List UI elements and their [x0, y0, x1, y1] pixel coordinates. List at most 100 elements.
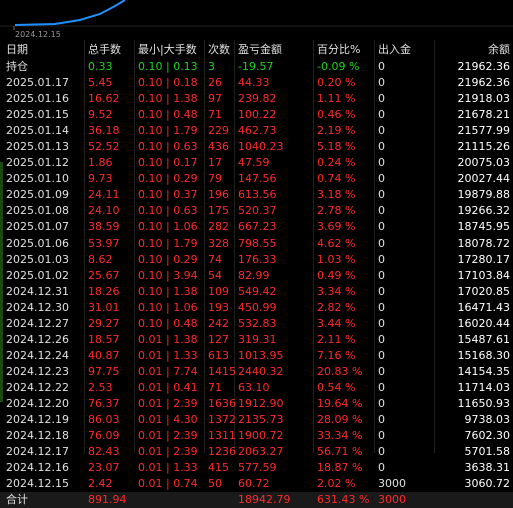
row-date: 2025.01.15 — [6, 108, 69, 122]
row-pnl: 2135.73 — [238, 413, 284, 427]
holding-total-lots: 0.33 — [88, 60, 113, 73]
row-date: 2025.01.14 — [6, 124, 69, 138]
row-total-lots: 25.67 — [88, 268, 120, 282]
row-pnl: 176.33 — [238, 252, 277, 266]
row-percent: 0.74 % — [317, 172, 356, 186]
row-pnl: 239.82 — [238, 92, 277, 106]
table-row: 2025.01.09 24.11 0.10 | 0.37 196 613.56 3.18 … — [0, 187, 513, 203]
row-count: 1415 — [208, 364, 236, 378]
summary-total-lots: 891.94 — [88, 493, 127, 507]
row-total-lots: 23.07 — [88, 461, 120, 475]
row-pnl: 1040.23 — [238, 140, 284, 154]
row-min-max-lots: 0.10 | 1.06 — [138, 220, 198, 234]
row-date: 2024.12.26 — [6, 332, 69, 346]
row-percent: 3.44 % — [317, 316, 356, 330]
table-row: 2024.12.16 23.07 0.01 | 1.33 415 577.59 18.87… — [0, 460, 513, 476]
row-percent: 1.11 % — [317, 92, 356, 106]
row-count: 109 — [208, 284, 229, 298]
row-deposit: 0 — [378, 316, 385, 330]
table-row: 2024.12.30 31.01 0.10 | 1.06 193 450.99 2.82 … — [0, 300, 513, 316]
header-percent: 百分比% — [317, 43, 361, 56]
row-percent: 0.54 % — [317, 380, 356, 394]
row-min-max-lots: 0.10 | 0.17 — [138, 156, 198, 170]
row-min-max-lots: 0.10 | 1.38 — [138, 284, 198, 298]
row-total-lots: 76.09 — [88, 429, 120, 443]
row-percent: 28.09 % — [317, 413, 363, 427]
row-min-max-lots: 0.01 | 4.30 — [138, 413, 198, 427]
row-pnl: 2063.27 — [238, 445, 284, 459]
row-percent: 0.46 % — [317, 108, 356, 122]
row-min-max-lots: 0.10 | 0.29 — [138, 172, 198, 186]
row-percent: 1.03 % — [317, 252, 356, 266]
row-min-max-lots: 0.01 | 1.33 — [138, 461, 198, 475]
row-balance: 17103.84 — [457, 268, 511, 282]
row-date: 2024.12.30 — [6, 300, 69, 314]
row-deposit: 0 — [378, 284, 385, 298]
row-date: 2024.12.27 — [6, 316, 69, 330]
row-min-max-lots: 0.01 | 0.41 — [138, 380, 198, 394]
table-row: 2024.12.22 2.53 0.01 | 0.41 71 63.10 0.54 % 0 1… — [0, 380, 513, 396]
row-percent: 18.87 % — [317, 461, 363, 475]
table-row: 2025.01.16 16.62 0.10 | 1.38 97 239.82 1.11 %… — [0, 91, 513, 107]
row-total-lots: 52.52 — [88, 140, 120, 154]
table-row: 2025.01.13 52.52 0.10 | 0.63 436 1040.23 5.18… — [0, 139, 513, 155]
row-percent: 19.64 % — [317, 396, 363, 410]
holding-pnl: -19.57 — [238, 60, 274, 73]
row-pnl: 1912.90 — [238, 396, 284, 410]
row-min-max-lots: 0.10 | 1.38 — [138, 92, 198, 106]
row-total-lots: 18.26 — [88, 284, 120, 298]
row-count: 175 — [208, 204, 229, 218]
row-deposit: 0 — [378, 252, 385, 266]
summary-percent: 631.43 % — [317, 493, 370, 507]
table-row: 2024.12.24 40.87 0.01 | 1.33 613 1013.95 7.16… — [0, 348, 513, 364]
row-percent: 20.83 % — [317, 364, 363, 378]
row-date: 2024.12.15 — [6, 477, 69, 491]
row-percent: 2.19 % — [317, 124, 356, 138]
row-pnl: 2440.32 — [238, 364, 284, 378]
row-min-max-lots: 0.10 | 0.29 — [138, 252, 198, 266]
row-min-max-lots: 0.10 | 1.06 — [138, 300, 198, 314]
row-balance: 21577.99 — [457, 124, 511, 138]
row-count: 26 — [208, 76, 222, 90]
row-count: 328 — [208, 236, 229, 250]
holding-row: 持仓 0.33 0.10 | 0.13 3 -19.57 -0.09 % 0 2… — [0, 59, 513, 75]
row-pnl: 1013.95 — [238, 348, 284, 362]
row-date: 2024.12.19 — [6, 413, 69, 427]
row-percent: 33.34 % — [317, 429, 363, 443]
row-min-max-lots: 0.01 | 2.39 — [138, 429, 198, 443]
row-deposit: 0 — [378, 172, 385, 186]
row-total-lots: 1.86 — [88, 156, 113, 170]
row-balance: 14154.35 — [457, 364, 511, 378]
row-date: 2025.01.08 — [6, 204, 69, 218]
row-date: 2024.12.20 — [6, 396, 69, 410]
row-balance: 11650.93 — [457, 396, 511, 410]
row-pnl: 462.73 — [238, 124, 277, 138]
header-min-max-lots: 最小|大手数 — [138, 43, 197, 56]
row-count: 71 — [208, 380, 222, 394]
row-date: 2024.12.24 — [6, 348, 69, 362]
row-percent: 0.49 % — [317, 268, 356, 282]
row-percent: 56.71 % — [317, 445, 363, 459]
row-balance: 3060.72 — [464, 477, 511, 491]
table-row: 2025.01.15 9.52 0.10 | 0.48 71 100.22 0.46 % 0… — [0, 107, 513, 123]
row-pnl: 82.99 — [238, 268, 270, 282]
row-balance: 21918.03 — [457, 92, 511, 106]
table-row: 2025.01.03 8.62 0.10 | 0.29 74 176.33 1.03 % 0… — [0, 252, 513, 268]
row-date: 2025.01.09 — [6, 188, 69, 202]
row-count: 229 — [208, 124, 229, 138]
row-min-max-lots: 0.10 | 0.18 — [138, 76, 198, 90]
row-deposit: 0 — [378, 204, 385, 218]
row-deposit: 0 — [378, 413, 385, 427]
row-deposit: 0 — [378, 92, 385, 106]
row-min-max-lots: 0.10 | 1.79 — [138, 236, 198, 250]
table-row: 2025.01.08 24.10 0.10 | 0.63 175 520.37 2.78 … — [0, 203, 513, 219]
row-deposit: 0 — [378, 332, 385, 346]
table-row: 2024.12.17 82.43 0.01 | 2.39 1236 2063.27 56.… — [0, 444, 513, 460]
row-balance: 20075.03 — [457, 156, 511, 170]
row-count: 17 — [208, 156, 222, 170]
header-date: 日期 — [6, 43, 28, 56]
row-percent: 2.82 % — [317, 300, 356, 314]
row-pnl: 613.56 — [238, 188, 277, 202]
row-min-max-lots: 0.10 | 0.37 — [138, 188, 198, 202]
row-balance: 20027.44 — [457, 172, 511, 186]
